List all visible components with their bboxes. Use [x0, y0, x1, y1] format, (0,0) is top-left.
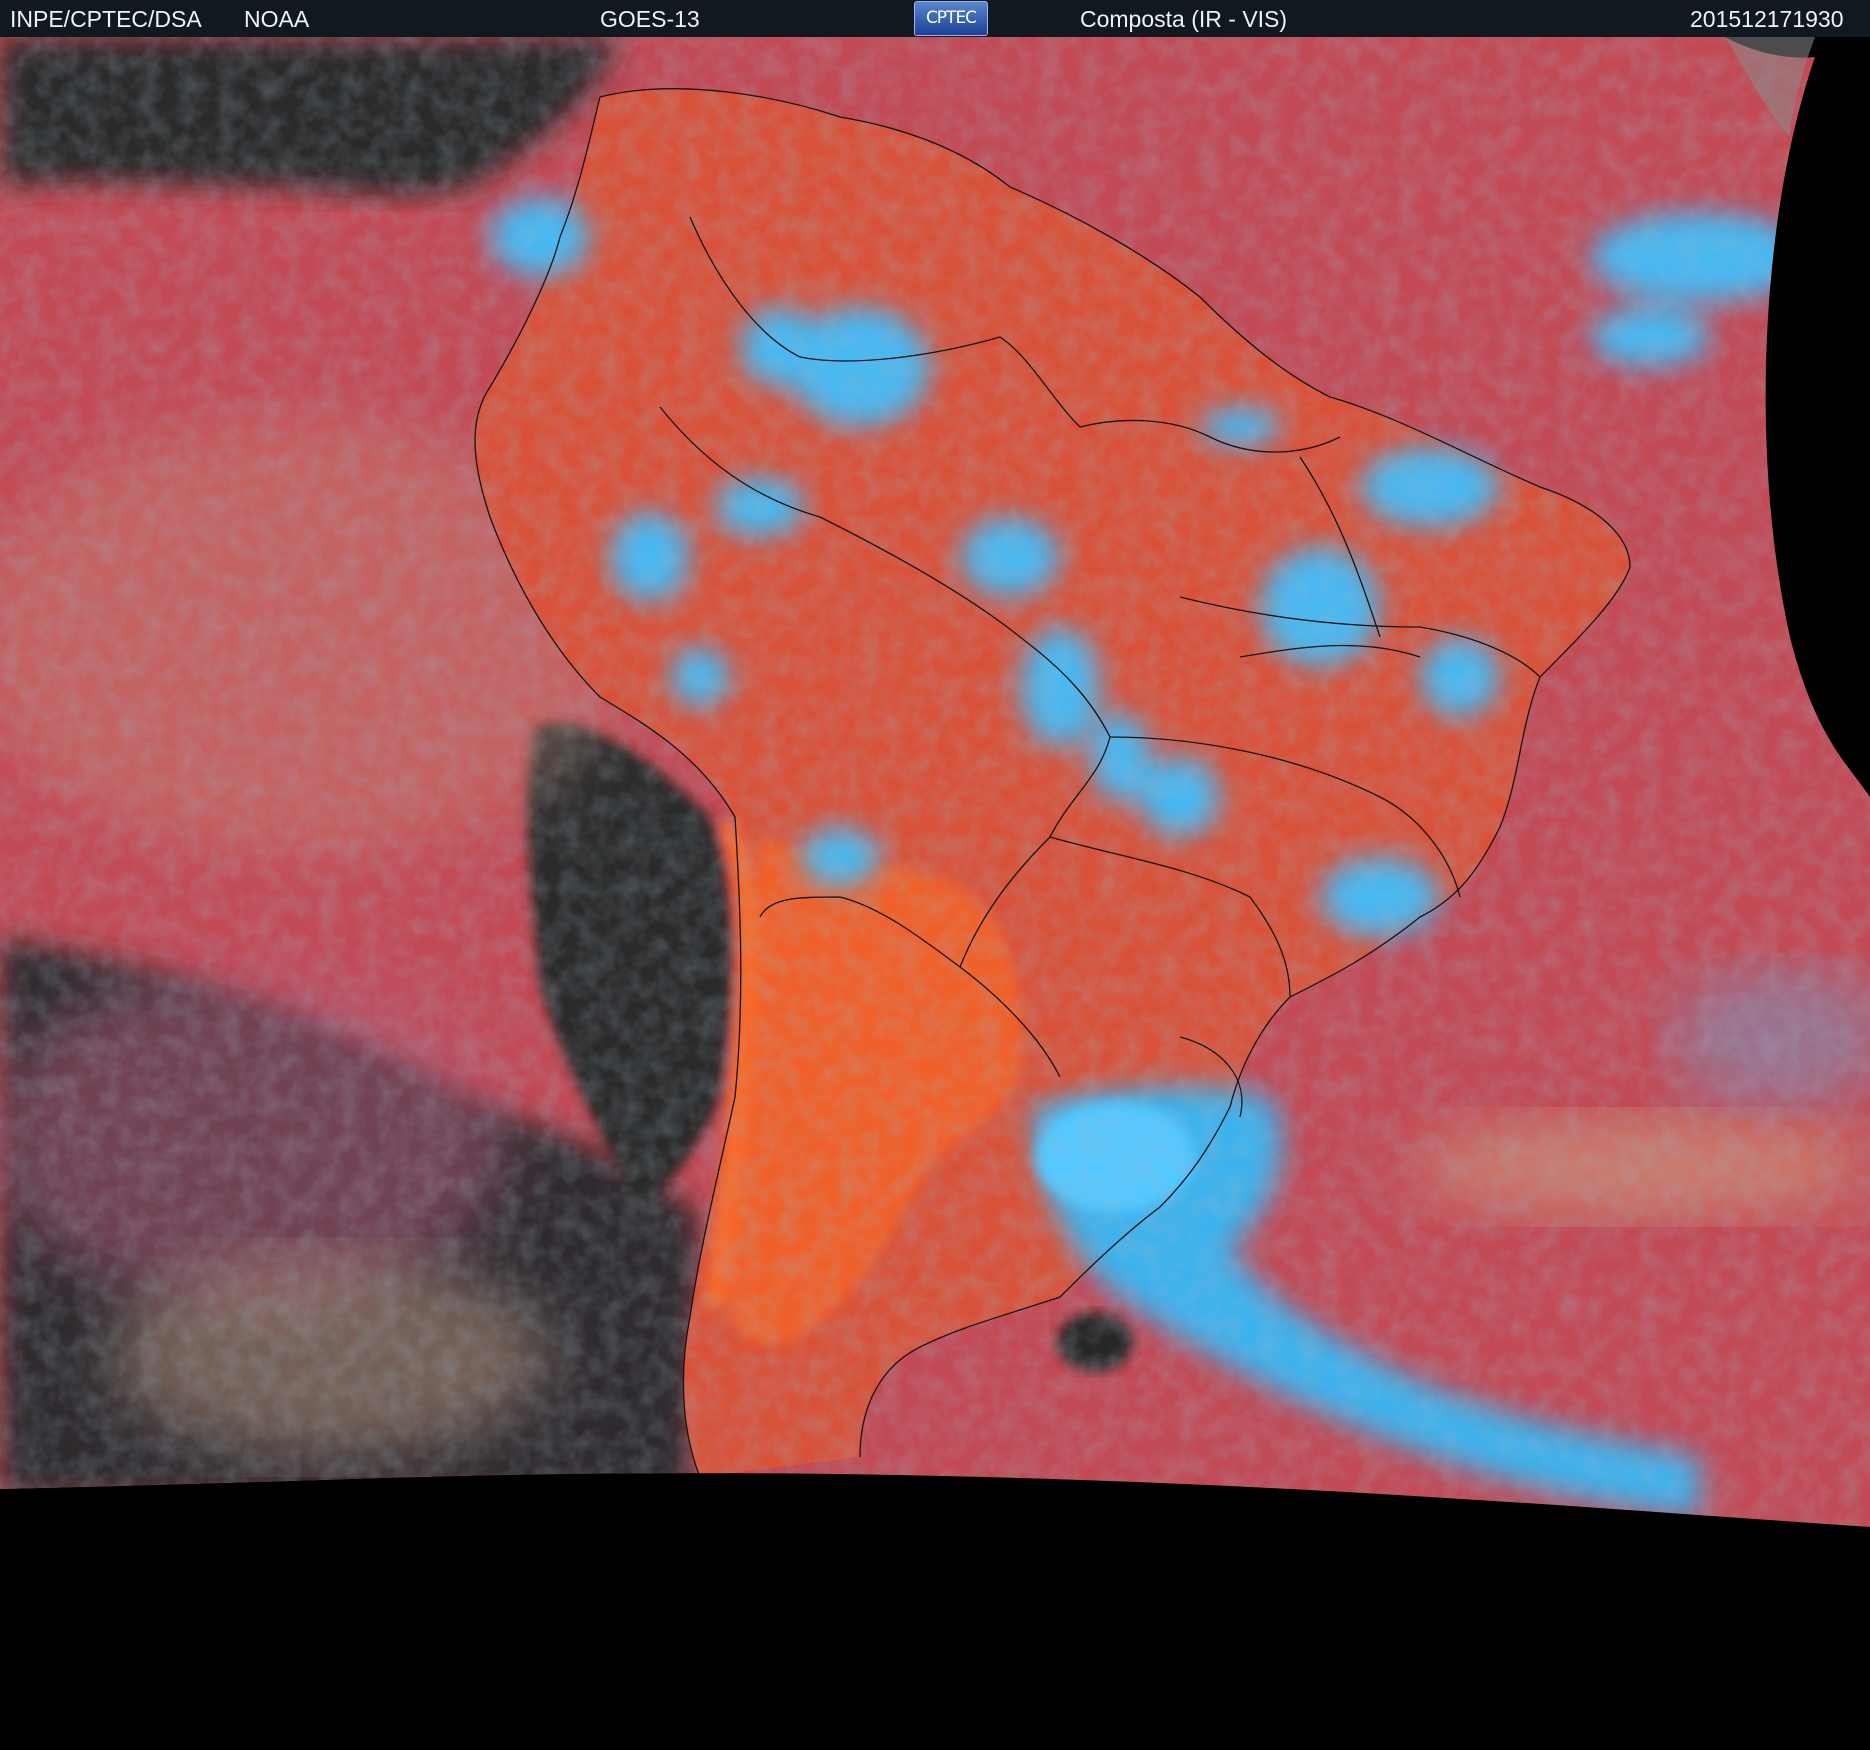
satellite-image [0, 37, 1870, 1527]
image-disk [0, 37, 1870, 1527]
product-label: Composta (IR - VIS) [1080, 6, 1288, 32]
source-label: INPE/CPTEC/DSA [10, 6, 202, 32]
timestamp-label: 201512171930 [1690, 6, 1844, 32]
satellite-label: GOES-13 [600, 6, 700, 32]
cptec-logo: CPTEC [914, 1, 988, 36]
cloud-texture [0, 37, 1870, 1527]
agency-label: NOAA [244, 6, 310, 32]
header-bar: INPE/CPTEC/DSA NOAA GOES-13 CPTEC Compos… [0, 0, 1870, 37]
